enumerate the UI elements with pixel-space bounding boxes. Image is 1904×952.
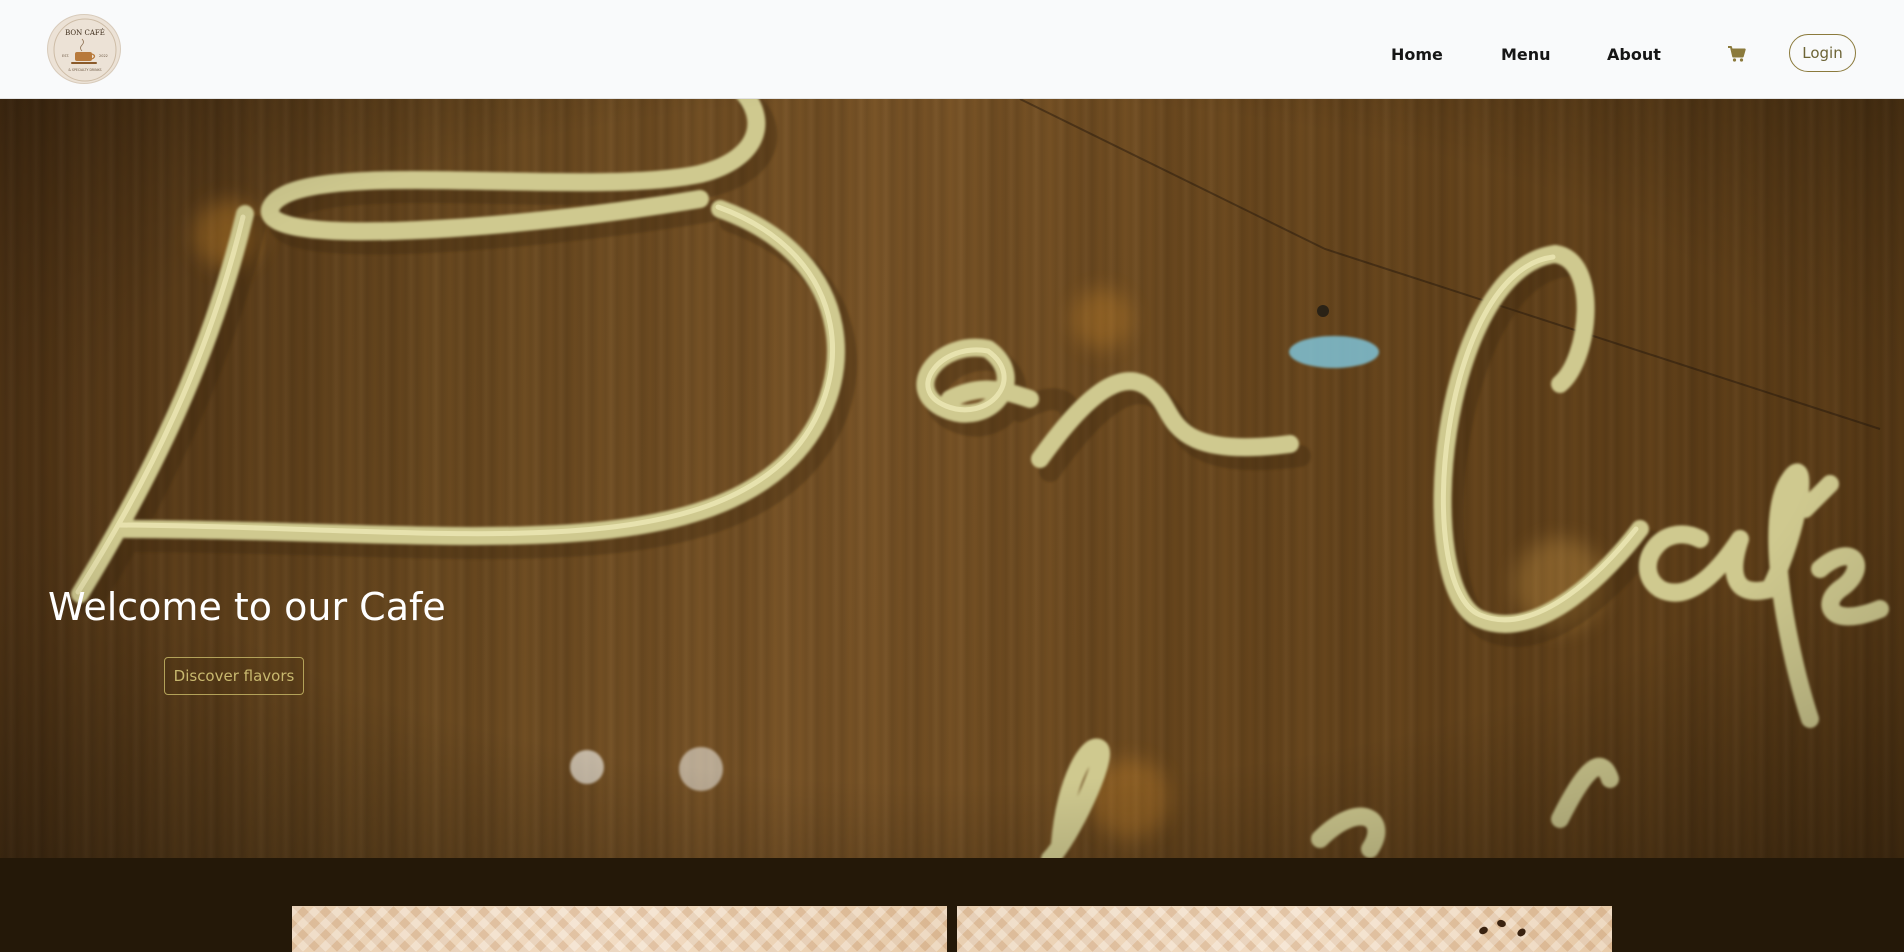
svg-text:EST.: EST. bbox=[62, 54, 69, 58]
discover-flavors-button[interactable]: Discover flavors bbox=[164, 657, 304, 695]
navbar: BON CAFÉ EST. 2022 & SPECIALTY DRINKS Ho… bbox=[0, 0, 1904, 99]
bon-cafe-logo[interactable]: BON CAFÉ EST. 2022 & SPECIALTY DRINKS bbox=[47, 14, 121, 84]
coffee-bean-icon bbox=[1496, 918, 1507, 929]
coffee-bean-icon bbox=[1515, 926, 1528, 939]
nav-menu-link[interactable]: Menu bbox=[1501, 44, 1551, 66]
cart-icon[interactable] bbox=[1726, 43, 1748, 65]
svg-text:BON CAFÉ: BON CAFÉ bbox=[65, 28, 105, 37]
neon-sign-image bbox=[0, 99, 1904, 858]
hero-title: Welcome to our Cafe bbox=[48, 585, 446, 629]
coffee-bean-icon bbox=[1477, 925, 1490, 936]
featured-card-image-1[interactable] bbox=[292, 906, 947, 952]
featured-card-image-2[interactable] bbox=[957, 906, 1612, 952]
svg-text:& SPECIALTY DRINKS: & SPECIALTY DRINKS bbox=[68, 68, 101, 72]
nav-home-link[interactable]: Home bbox=[1391, 44, 1443, 66]
hero-banner: Welcome to our Cafe Discover flavors bbox=[0, 99, 1904, 858]
svg-text:2022: 2022 bbox=[99, 54, 108, 58]
logo-emblem: BON CAFÉ EST. 2022 & SPECIALTY DRINKS bbox=[53, 18, 117, 82]
nav-about-link[interactable]: About bbox=[1607, 44, 1661, 66]
login-button[interactable]: Login bbox=[1789, 34, 1856, 72]
featured-section bbox=[0, 858, 1904, 952]
